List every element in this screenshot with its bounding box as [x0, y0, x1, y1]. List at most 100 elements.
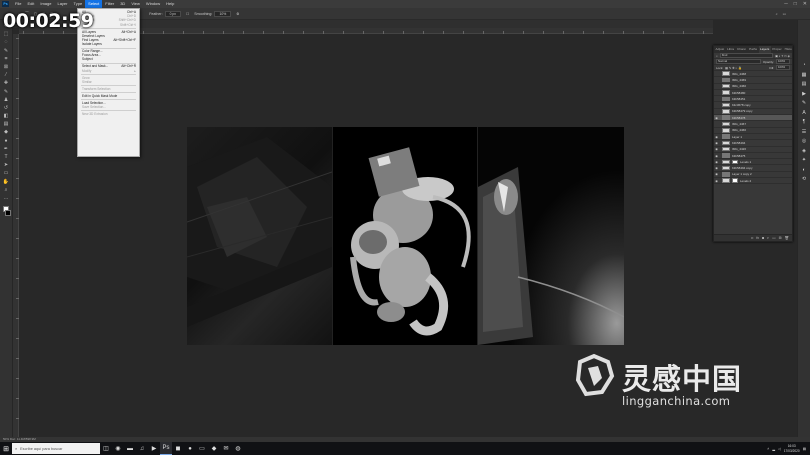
layer-kind-filter[interactable]: Kind — [719, 53, 774, 58]
crop-tool-icon[interactable]: ⌗ — [3, 56, 10, 62]
workspace-icon[interactable]: ▭ — [783, 12, 786, 16]
menu-image[interactable]: Image — [37, 0, 54, 8]
panel-tab-histo[interactable]: Histo — [783, 46, 793, 53]
clone-stamp-tool-icon[interactable]: ♟ — [3, 97, 10, 103]
quick-select-tool-icon[interactable]: ✎ — [3, 48, 10, 54]
paragraph-panel-icon[interactable]: ¶ — [801, 119, 807, 125]
history-brush-tool-icon[interactable]: ↺ — [3, 105, 10, 111]
menu-help[interactable]: Help — [163, 0, 177, 8]
visibility-eye-icon[interactable]: ◉ — [714, 160, 719, 164]
app-icon-5[interactable]: ◍ — [232, 442, 244, 455]
menu-window[interactable]: Window — [143, 0, 163, 8]
menu-filter[interactable]: Filter — [102, 0, 117, 8]
panel-tab-paths[interactable]: Paths — [748, 46, 759, 53]
visibility-eye-icon[interactable]: ◉ — [714, 141, 719, 145]
marquee-tool-icon[interactable]: ⬚ — [3, 31, 10, 37]
lock-icons[interactable]: ▦ ✎ ✥ ⌗ 🔒 — [725, 66, 742, 70]
windows-start-icon[interactable]: ⊞ — [0, 442, 12, 455]
new-layer-icon[interactable]: ⊞ — [779, 236, 782, 240]
spotify-icon[interactable]: ♫ — [136, 442, 148, 455]
layer-mask-thumbnail[interactable] — [732, 159, 738, 165]
fx-icon[interactable]: fx — [756, 236, 759, 240]
volume-icon[interactable]: ◁ — [778, 447, 781, 451]
file-explorer-icon[interactable]: ▬ — [124, 442, 136, 455]
rectangle-tool-icon[interactable]: ▭ — [3, 170, 10, 176]
smoothing-input[interactable]: 10% — [214, 10, 232, 17]
menu-view[interactable]: View — [128, 0, 143, 8]
panel-tab-chann[interactable]: Chann — [736, 46, 748, 53]
anti-alias-checkbox[interactable]: ☐ — [186, 12, 189, 16]
media-icon[interactable]: ▶ — [148, 442, 160, 455]
path-select-tool-icon[interactable]: ➤ — [3, 162, 10, 168]
type-tool-icon[interactable]: T — [3, 154, 10, 160]
gradients-panel-icon[interactable]: ▤ — [801, 81, 807, 87]
search-icon[interactable]: ⌕ — [776, 12, 778, 16]
blur-tool-icon[interactable]: ◆ — [3, 129, 10, 135]
channels-panel-icon[interactable]: ◈ — [801, 148, 807, 154]
panel-tab-layers[interactable]: Layers — [758, 46, 771, 53]
lasso-tool-icon[interactable]: ◌ — [3, 39, 10, 45]
pen-tool-icon[interactable]: ✒ — [3, 146, 10, 152]
play-actions-icon[interactable]: ▶ — [801, 91, 807, 97]
notifications-icon[interactable]: ▤ — [803, 447, 806, 451]
menu-type[interactable]: Type — [71, 0, 86, 8]
layer-mask-thumbnail[interactable] — [732, 178, 738, 183]
panel-tab-libra[interactable]: Libra — [726, 46, 736, 53]
properties-panel-icon[interactable]: ☰ — [801, 129, 807, 135]
hand-tool-icon[interactable]: ✋ — [3, 179, 10, 185]
chrome-icon[interactable]: ◉ — [112, 442, 124, 455]
adjustment-icon[interactable]: ◐ — [767, 236, 769, 240]
taskbar-clock[interactable]: 16:03 17/03/2020 — [784, 444, 800, 452]
frame-tool-icon[interactable]: ⊠ — [3, 64, 10, 70]
minimize-icon[interactable]: ─ — [784, 0, 788, 8]
opacity-input[interactable]: 100% — [776, 59, 790, 64]
taskbar-search[interactable]: ⌕ Escribe aquí para buscar — [12, 443, 100, 454]
gear-icon[interactable]: ⚙ — [236, 12, 239, 16]
network-icon[interactable]: ▂ — [772, 447, 775, 451]
eyedropper-tool-icon[interactable]: ⁄ — [3, 72, 10, 78]
menu-file[interactable]: File — [12, 0, 24, 8]
panel-tab-adjust[interactable]: Adjust — [714, 46, 726, 53]
menu-3d[interactable]: 3D — [117, 0, 128, 8]
color-panel-icon[interactable]: ◔ — [801, 62, 807, 68]
eraser-tool-icon[interactable]: ◧ — [3, 113, 10, 119]
paths-panel-icon[interactable]: ✦ — [801, 157, 807, 163]
visibility-eye-icon[interactable]: ◉ — [714, 116, 719, 120]
task-view-icon[interactable]: ◫ — [100, 442, 112, 455]
libraries-panel-icon[interactable]: ◎ — [801, 138, 807, 144]
brush-tool-icon[interactable]: ✎ — [3, 89, 10, 95]
menu-edit[interactable]: Edit — [24, 0, 37, 8]
layer-row[interactable]: ◉ Levels 2 — [714, 178, 792, 185]
app-icon-2[interactable]: ● — [184, 442, 196, 455]
history-panel-icon[interactable]: ⟲ — [801, 176, 807, 182]
swatches-panel-icon[interactable]: ▦ — [801, 72, 807, 78]
visibility-eye-icon[interactable]: ◉ — [714, 154, 719, 158]
trash-icon[interactable]: 🗑 — [785, 236, 789, 240]
adjustments-panel-icon[interactable]: ◐ — [801, 167, 807, 173]
app-icon-1[interactable]: ◼ — [172, 442, 184, 455]
more-tools-icon[interactable]: … — [3, 195, 10, 201]
mask-icon[interactable]: ◙ — [762, 236, 764, 240]
link-icon[interactable]: ∞ — [751, 236, 754, 240]
maximize-icon[interactable]: □ — [794, 0, 797, 8]
document-canvas[interactable] — [187, 127, 624, 345]
feather-input[interactable]: 0 px — [164, 10, 182, 17]
brush-panel-icon[interactable]: ✎ — [801, 100, 807, 106]
visibility-eye-icon[interactable]: ◉ — [714, 179, 719, 183]
character-panel-icon[interactable]: A — [801, 110, 807, 116]
zoom-tool-icon[interactable]: ⌕ — [3, 187, 10, 193]
visibility-eye-icon[interactable]: ◉ — [714, 166, 719, 170]
dodge-tool-icon[interactable]: ● — [3, 138, 10, 144]
visibility-eye-icon[interactable]: ◉ — [714, 172, 719, 176]
app-icon-4[interactable]: ✉ — [220, 442, 232, 455]
visibility-eye-icon[interactable]: ◉ — [714, 135, 719, 139]
visibility-eye-icon[interactable]: ◉ — [714, 147, 719, 151]
folder-taskbar-icon[interactable]: ▭ — [196, 442, 208, 455]
background-color-swatch[interactable] — [5, 210, 11, 217]
tray-arrow-icon[interactable]: ˄ — [767, 447, 769, 451]
menu-select[interactable]: Select — [85, 0, 103, 8]
blend-mode-select[interactable]: Normal — [716, 59, 761, 64]
gradient-tool-icon[interactable]: ▤ — [3, 121, 10, 127]
menu-layer[interactable]: Layer — [54, 0, 70, 8]
photoshop-taskbar-icon[interactable]: Ps — [160, 442, 172, 455]
